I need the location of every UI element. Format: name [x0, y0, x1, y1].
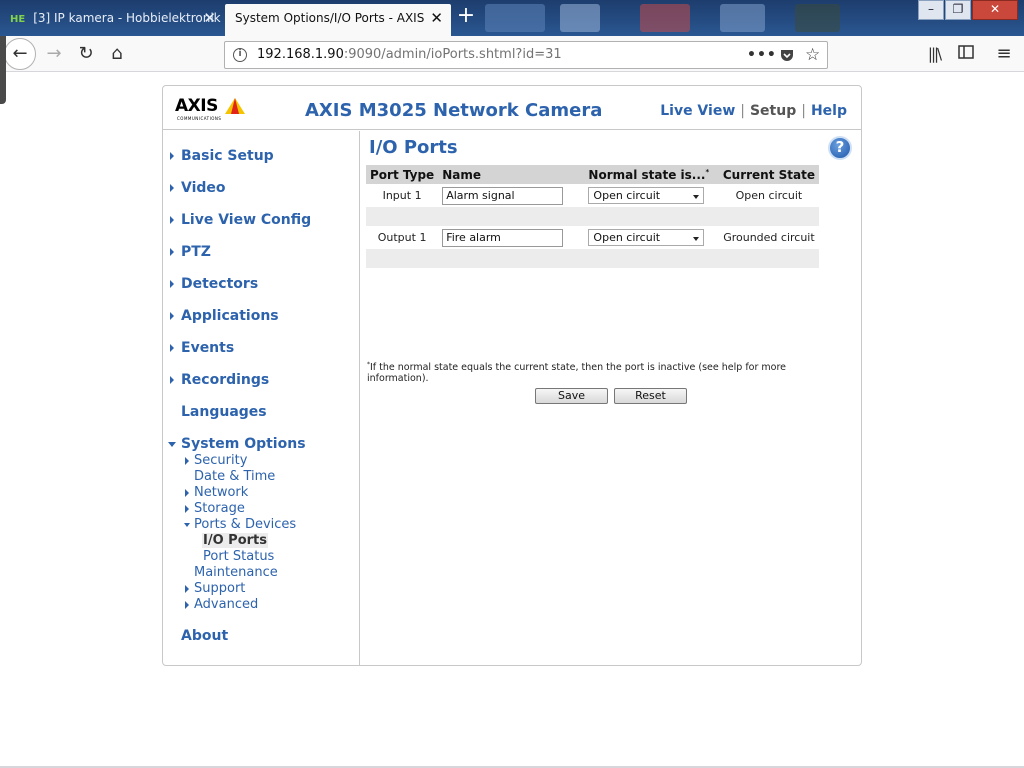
port-type-cell: Input 1 — [382, 189, 422, 202]
menu-basic-setup[interactable]: Basic Setup — [170, 148, 274, 164]
chevron-right-icon — [185, 505, 189, 513]
current-state-cell: Open circuit — [735, 189, 803, 202]
setup-link[interactable]: Setup — [750, 103, 796, 119]
chevron-down-icon — [168, 442, 176, 447]
submenu-port-status[interactable]: Port Status — [203, 549, 274, 564]
row-spacer — [366, 207, 819, 226]
chevron-right-icon — [170, 248, 174, 256]
submenu-support[interactable]: Support — [185, 581, 245, 596]
tab-title: [3] IP kamera - Hobbielektronik — [33, 11, 221, 25]
submenu-storage[interactable]: Storage — [185, 501, 245, 516]
reload-icon[interactable]: ↻ — [72, 40, 100, 68]
help-icon[interactable]: ? — [828, 136, 852, 160]
menu-detectors[interactable]: Detectors — [170, 276, 258, 292]
menu-applications[interactable]: Applications — [170, 308, 279, 324]
hobbielektronika-favicon-icon: HE — [10, 14, 26, 25]
chevron-right-icon — [170, 152, 174, 160]
setup-sidebar: Basic Setup Video Live View Config PTZ D… — [163, 131, 360, 665]
bookmark-star-icon[interactable]: ☆ — [805, 42, 820, 68]
column-header: Normal state is...* — [584, 165, 719, 184]
live-view-link[interactable]: Live View — [660, 103, 735, 119]
table-row: Output 1 Open circuit Grounded circuit — [366, 226, 819, 249]
info-icon[interactable]: i — [233, 48, 247, 62]
chevron-right-icon — [185, 489, 189, 497]
menu-live-view-config[interactable]: Live View Config — [170, 212, 311, 228]
menu-ptz[interactable]: PTZ — [170, 244, 211, 260]
normal-state-select[interactable]: Open circuit — [588, 229, 705, 246]
menu-about[interactable]: About — [181, 628, 228, 644]
chevron-right-icon — [170, 344, 174, 352]
normal-state-select[interactable]: Open circuit — [588, 187, 705, 204]
new-tab-plus-icon[interactable]: + — [455, 4, 477, 30]
io-ports-table: Port Type Name Normal state is...* Curre… — [366, 165, 819, 268]
reset-button[interactable]: Reset — [614, 388, 687, 404]
home-icon[interactable]: ⌂ — [103, 40, 131, 68]
column-header: Name — [438, 165, 585, 184]
port-name-input[interactable] — [442, 228, 564, 247]
forward-icon[interactable]: → — [40, 40, 68, 68]
browser-tab-strip: HE [3] IP kamera - Hobbielektronik ✕ Syst… — [0, 0, 1024, 36]
page-title: I/O Ports — [369, 137, 458, 158]
menu-icon[interactable]: ≡ — [990, 40, 1018, 68]
column-header: Port Type — [366, 165, 439, 184]
submenu-maintenance[interactable]: Maintenance — [194, 565, 278, 580]
dropdown-arrow-icon — [693, 195, 700, 199]
close-tab-icon[interactable]: ✕ — [426, 4, 443, 32]
browser-tab-io-ports[interactable]: System Options/I/O Ports - AXIS M ✕ — [225, 4, 451, 36]
menu-recordings[interactable]: Recordings — [170, 372, 269, 388]
menu-video[interactable]: Video — [170, 180, 226, 196]
chevron-down-icon — [184, 523, 190, 527]
help-link[interactable]: Help — [811, 103, 847, 119]
main-content: I/O Ports ? Port Type Name Normal state … — [361, 131, 861, 665]
close-tab-icon[interactable]: ✕ — [203, 4, 216, 32]
library-icon[interactable]: |||\ — [920, 40, 948, 68]
chevron-right-icon — [170, 280, 174, 288]
submenu-io-ports[interactable]: I/O Ports — [202, 533, 268, 548]
address-url: 192.168.1.90:9090/admin/ioPorts.shtml?id… — [257, 47, 562, 62]
submenu-ports-devices[interactable]: Ports & Devices — [184, 517, 296, 532]
axis-logo: AXIS COMMUNICATIONS — [175, 96, 245, 122]
port-type-cell: Output 1 — [377, 231, 427, 244]
address-bar[interactable]: i 192.168.1.90:9090/admin/ioPorts.shtml?… — [224, 41, 828, 69]
pocket-icon[interactable] — [779, 42, 795, 72]
close-window-icon[interactable]: ✕ — [972, 0, 1018, 20]
product-title: AXIS M3025 Network Camera — [305, 100, 603, 121]
chevron-right-icon — [185, 457, 189, 465]
top-links: Live View | Setup | Help — [660, 103, 847, 119]
chevron-right-icon — [170, 376, 174, 384]
menu-languages[interactable]: Languages — [181, 404, 267, 420]
footnote: *If the normal state equals the current … — [367, 361, 787, 385]
window-edge — [0, 36, 6, 104]
minimize-window-icon[interactable]: – — [918, 0, 944, 20]
more-icon[interactable]: ••• — [747, 42, 777, 68]
row-spacer — [366, 249, 819, 268]
chevron-right-icon — [170, 184, 174, 192]
submenu-network[interactable]: Network — [185, 485, 248, 500]
submenu-security[interactable]: Security — [185, 453, 247, 468]
submenu-advanced[interactable]: Advanced — [185, 597, 258, 612]
menu-events[interactable]: Events — [170, 340, 234, 356]
dropdown-arrow-icon — [693, 237, 700, 241]
column-header: Current State — [718, 165, 819, 184]
table-row: Input 1 Open circuit Open circuit — [366, 184, 819, 207]
port-name-input[interactable] — [442, 186, 564, 205]
page-header: AXIS COMMUNICATIONS AXIS M3025 Network C… — [163, 86, 861, 130]
chevron-right-icon — [170, 216, 174, 224]
chevron-right-icon — [185, 585, 189, 593]
menu-system-options[interactable]: System Options — [168, 436, 306, 452]
submenu-date-time[interactable]: Date & Time — [194, 469, 275, 484]
back-icon[interactable]: ← — [4, 38, 36, 70]
browser-navigation-bar: ← → ↻ ⌂ i 192.168.1.90:9090/admin/ioPort… — [0, 36, 1024, 72]
chevron-right-icon — [185, 601, 189, 609]
sidebar-icon[interactable] — [952, 40, 980, 68]
browser-tab-hobbielektronika[interactable]: HE [3] IP kamera - Hobbielektronik ✕ — [0, 4, 224, 36]
chevron-right-icon — [170, 312, 174, 320]
save-button[interactable]: Save — [535, 388, 608, 404]
tab-title: System Options/I/O Ports - AXIS M — [235, 11, 439, 25]
restore-window-icon[interactable]: ❐ — [945, 0, 971, 20]
current-state-cell: Grounded circuit — [723, 231, 815, 244]
axis-setup-frame: AXIS COMMUNICATIONS AXIS M3025 Network C… — [162, 85, 862, 666]
